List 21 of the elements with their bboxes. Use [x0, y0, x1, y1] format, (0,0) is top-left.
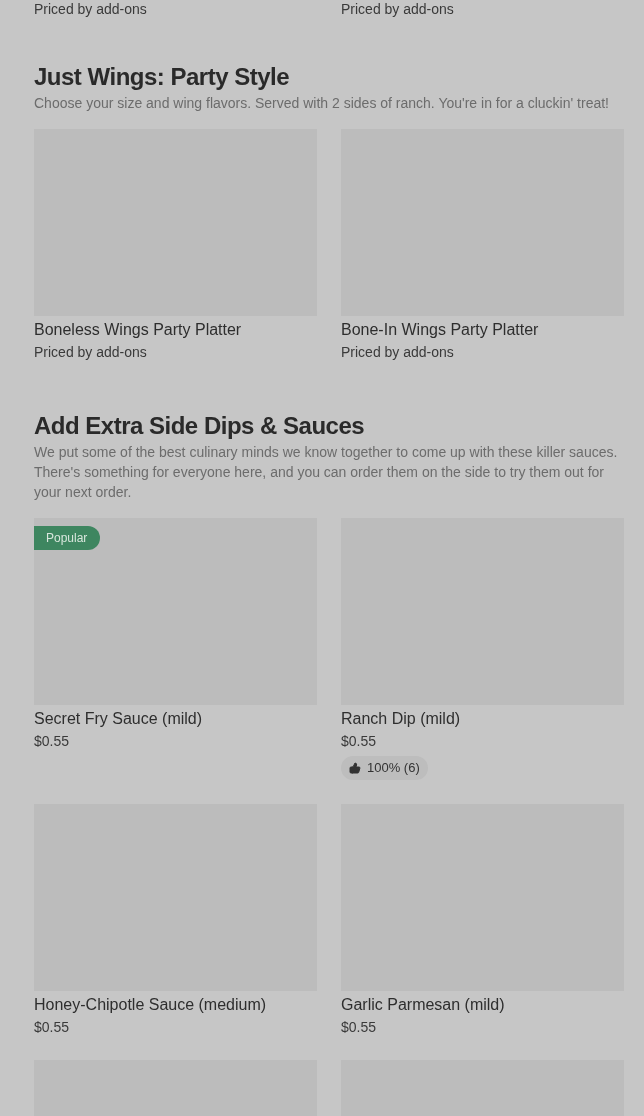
rating-text: 100% (6): [367, 759, 420, 778]
thumbs-up-icon: [349, 762, 361, 774]
item-price: Priced by add-ons: [341, 343, 455, 361]
item-price: Priced by add-ons: [34, 0, 147, 18]
item-name[interactable]: Boneless Wings Party Platter: [34, 320, 317, 340]
item-price: Priced by add-ons: [341, 0, 454, 18]
item-name[interactable]: Secret Fry Sauce (mild): [34, 709, 317, 729]
item-name[interactable]: Honey-Chipotle Sauce (medium): [34, 995, 317, 1015]
item-price: $0.55: [341, 1018, 378, 1036]
item-price: Priced by add-ons: [34, 343, 148, 361]
section-description: We put some of the best culinary minds we know together to come up with these killer sauces. There's something for everyone here, and you can order them on the side to try them out for your next order.: [34, 443, 619, 502]
item-name[interactable]: Ranch Dip (mild): [341, 709, 624, 729]
item-name[interactable]: Bone-In Wings Party Platter: [341, 320, 624, 340]
item-price: $0.55: [34, 1018, 71, 1036]
section-description: Choose your size and wing flavors. Served with 2 sides of ranch. You're in for a cluckin' treat!: [34, 94, 610, 113]
item-price: $0.55: [34, 732, 71, 750]
popular-badge: Popular: [34, 526, 101, 550]
item-name[interactable]: Garlic Parmesan (mild): [341, 995, 624, 1015]
section-title: Add Extra Side Dips & Sauces: [34, 411, 366, 441]
item-price: $0.55: [341, 732, 378, 750]
section-title: Just Wings: Party Style: [34, 62, 291, 92]
